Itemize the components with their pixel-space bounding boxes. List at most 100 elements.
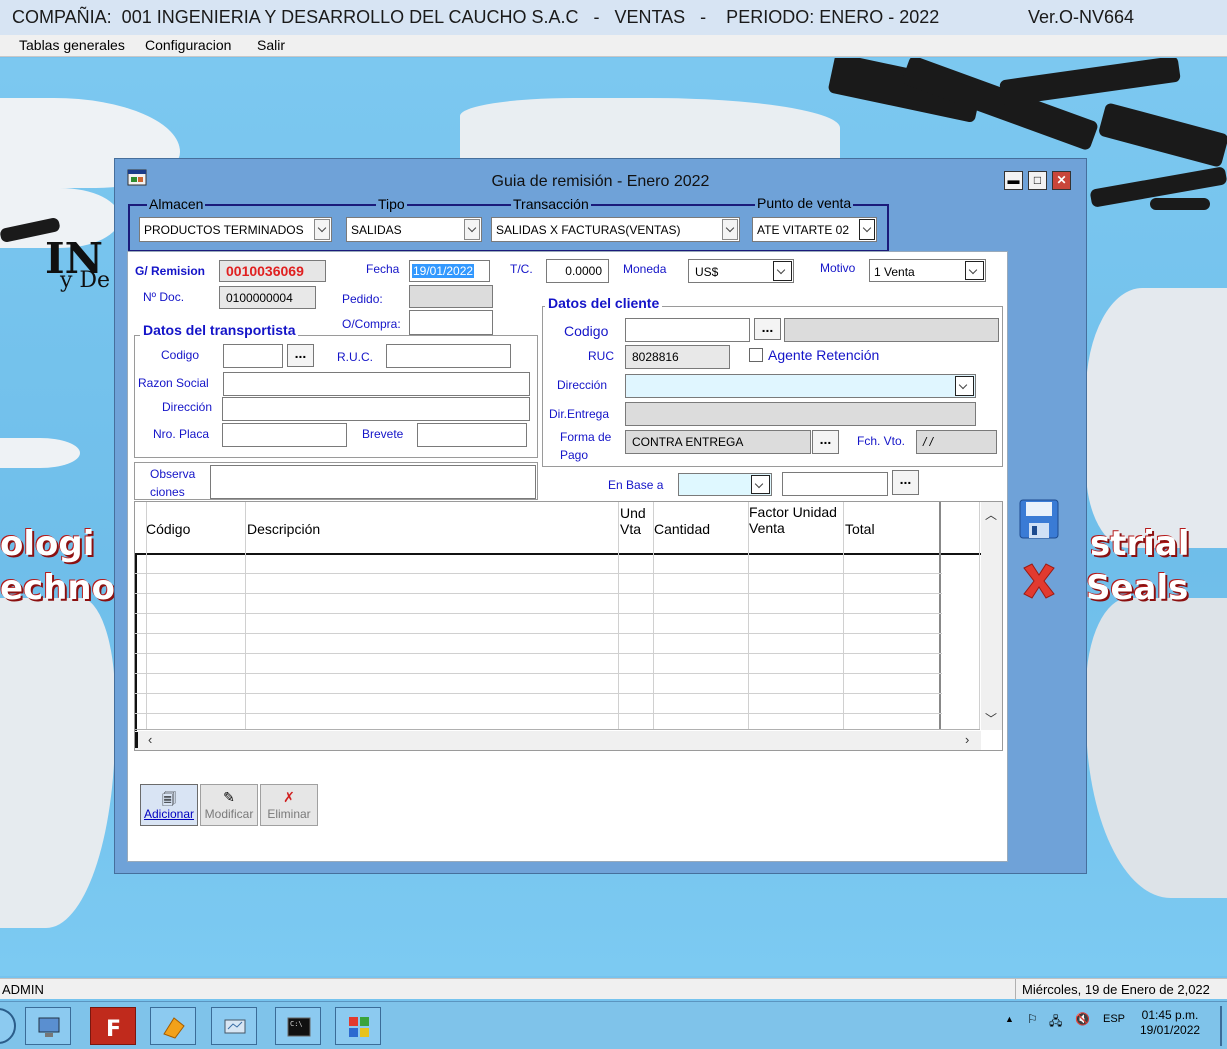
adicionar-button[interactable]: 🗐 Adicionar — [140, 784, 198, 826]
svg-text:C:\: C:\ — [290, 1020, 303, 1028]
en-base-extra-field[interactable] — [782, 472, 888, 496]
minimize-button[interactable]: ▬ — [1004, 171, 1023, 190]
taskbar-cmd[interactable]: C:\ — [275, 1007, 321, 1045]
pedido-field[interactable] — [409, 285, 493, 308]
ndoc-field: 0100000004 — [219, 286, 316, 309]
dir-entrega-field — [625, 402, 976, 426]
taskbar-app-grid[interactable] — [335, 1007, 381, 1045]
transp-direccion-field[interactable] — [222, 397, 530, 421]
taskbar-clock[interactable]: 01:45 p.m. 19/01/2022 — [1140, 1008, 1200, 1038]
tc-field[interactable]: 0.0000 — [546, 259, 609, 283]
volume-muted-icon[interactable]: 🔇 — [1075, 1012, 1090, 1026]
almacen-label: Almacen — [147, 196, 206, 212]
scroll-left-icon[interactable]: ‹ — [148, 732, 152, 747]
scroll-down-icon[interactable]: ﹀ — [985, 710, 997, 727]
fch-vto-field[interactable]: / / — [916, 430, 997, 454]
almacen-value: PRODUCTOS TERMINADOS — [144, 223, 304, 237]
guia-remision-dialog: Guia de remisión - Enero 2022 ▬ □ ✕ Alma… — [114, 158, 1087, 874]
col-und-vta[interactable]: Und Vta — [620, 505, 646, 537]
detail-grid[interactable]: Código Descripción Und Vta Cantidad Fact… — [134, 501, 1003, 751]
grid-header-divider — [135, 553, 981, 555]
transp-codigo-lookup-button[interactable]: ... — [287, 344, 314, 367]
transp-ruc-field[interactable] — [386, 344, 511, 368]
language-indicator[interactable]: ESP — [1103, 1013, 1125, 1025]
col-codigo[interactable]: Código — [146, 521, 190, 537]
horizontal-scrollbar[interactable] — [135, 731, 981, 750]
fecha-field[interactable]: 19/01/2022 — [409, 260, 490, 282]
agente-retencion-checkbox[interactable] — [749, 348, 763, 362]
start-button[interactable] — [0, 1008, 16, 1044]
chevron-down-icon[interactable] — [965, 261, 984, 280]
cancel-x-icon[interactable] — [1018, 560, 1060, 602]
chevron-down-icon[interactable] — [955, 376, 974, 396]
close-button[interactable]: ✕ — [1052, 171, 1071, 190]
network-tray-icon[interactable]: 🖧 — [1049, 1012, 1062, 1033]
table-row — [135, 593, 942, 594]
table-row — [135, 693, 942, 694]
chevron-down-icon[interactable] — [859, 219, 875, 240]
rubber-profile — [1150, 198, 1210, 210]
menu-tablas-generales[interactable]: Tablas generales — [19, 37, 125, 53]
cliente-ruc-label: RUC — [588, 349, 614, 363]
maximize-button[interactable]: □ — [1028, 171, 1047, 190]
brevete-field[interactable] — [417, 423, 527, 447]
razon-social-field[interactable] — [223, 372, 530, 396]
scroll-up-icon[interactable]: ︿ — [985, 506, 997, 523]
slogan-right-2: Seals — [1086, 568, 1189, 608]
tray-expand-icon[interactable]: ▲ — [1005, 1014, 1014, 1024]
chevron-down-icon[interactable] — [722, 219, 738, 240]
en-base-lookup-button[interactable]: ... — [892, 470, 919, 495]
scroll-right-icon[interactable]: › — [965, 732, 969, 747]
dialog-titlebar[interactable]: Guia de remisión - Enero 2022 ▬ □ ✕ — [115, 159, 1086, 195]
grid-row-indicator — [135, 554, 137, 744]
forma-pago-label-2: Pago — [560, 448, 589, 462]
taskbar-filezilla[interactable]: F — [90, 1007, 136, 1045]
col-cantidad[interactable]: Cantidad — [654, 521, 710, 537]
grid-col-line — [843, 502, 844, 730]
menu-configuracion[interactable]: Configuracion — [145, 37, 231, 53]
tipo-label: Tipo — [376, 196, 407, 212]
modificar-button[interactable]: ✎ Modificar — [200, 784, 258, 826]
moneda-select[interactable]: US$ — [688, 259, 794, 283]
observaciones-field[interactable] — [210, 465, 536, 499]
save-button[interactable] — [1018, 498, 1060, 540]
cliente-direccion-select[interactable] — [625, 374, 976, 398]
motivo-label: Motivo — [820, 261, 856, 275]
flag-icon[interactable]: ⚐ — [1027, 1012, 1038, 1026]
remision-label: G/ Remision — [135, 264, 206, 278]
table-row — [135, 573, 942, 574]
almacen-select[interactable]: PRODUCTOS TERMINADOS — [139, 217, 332, 242]
forma-pago-lookup-button[interactable]: ... — [812, 430, 839, 454]
cliente-lookup-button[interactable]: ... — [754, 318, 781, 340]
grid-col-line — [146, 502, 147, 730]
grid-col-line — [979, 502, 980, 730]
chevron-down-icon[interactable] — [751, 475, 770, 494]
taskbar-server-manager[interactable] — [25, 1007, 71, 1045]
transaccion-select[interactable]: SALIDAS X FACTURAS(VENTAS) — [491, 217, 740, 242]
taskbar-app-fox[interactable] — [150, 1007, 196, 1045]
punto-venta-select[interactable]: ATE VITARTE 02 — [752, 217, 877, 242]
menu-salir[interactable]: Salir — [257, 37, 285, 53]
eliminar-button[interactable]: ✗ Eliminar — [260, 784, 318, 826]
chevron-down-icon[interactable] — [464, 219, 480, 240]
col-descripcion[interactable]: Descripción — [247, 521, 320, 537]
show-desktop-button[interactable] — [1220, 1006, 1222, 1046]
chevron-down-icon[interactable] — [773, 261, 792, 281]
placa-field[interactable] — [222, 423, 347, 447]
col-total[interactable]: Total — [845, 521, 875, 537]
ocompra-field[interactable] — [409, 310, 493, 335]
status-date: Miércoles, 19 de Enero de 2,022 — [1022, 982, 1210, 997]
transp-codigo-field[interactable] — [223, 344, 283, 368]
tipo-select[interactable]: SALIDAS — [346, 217, 482, 242]
col-factor-unidad-venta[interactable]: Factor Unidad Venta — [749, 504, 837, 536]
dialog-title: Guia de remisión - Enero 2022 — [491, 173, 710, 190]
vertical-scrollbar[interactable] — [981, 502, 1002, 730]
fecha-label: Fecha — [366, 262, 400, 276]
slogan-right-1: strial — [1090, 524, 1190, 564]
cliente-codigo-field[interactable] — [625, 318, 750, 342]
chevron-down-icon[interactable] — [314, 219, 330, 240]
motivo-select[interactable]: 1 Venta — [869, 259, 986, 282]
en-base-select[interactable] — [678, 473, 772, 496]
cliente-nombre-field — [784, 318, 999, 342]
taskbar-network[interactable] — [211, 1007, 257, 1045]
